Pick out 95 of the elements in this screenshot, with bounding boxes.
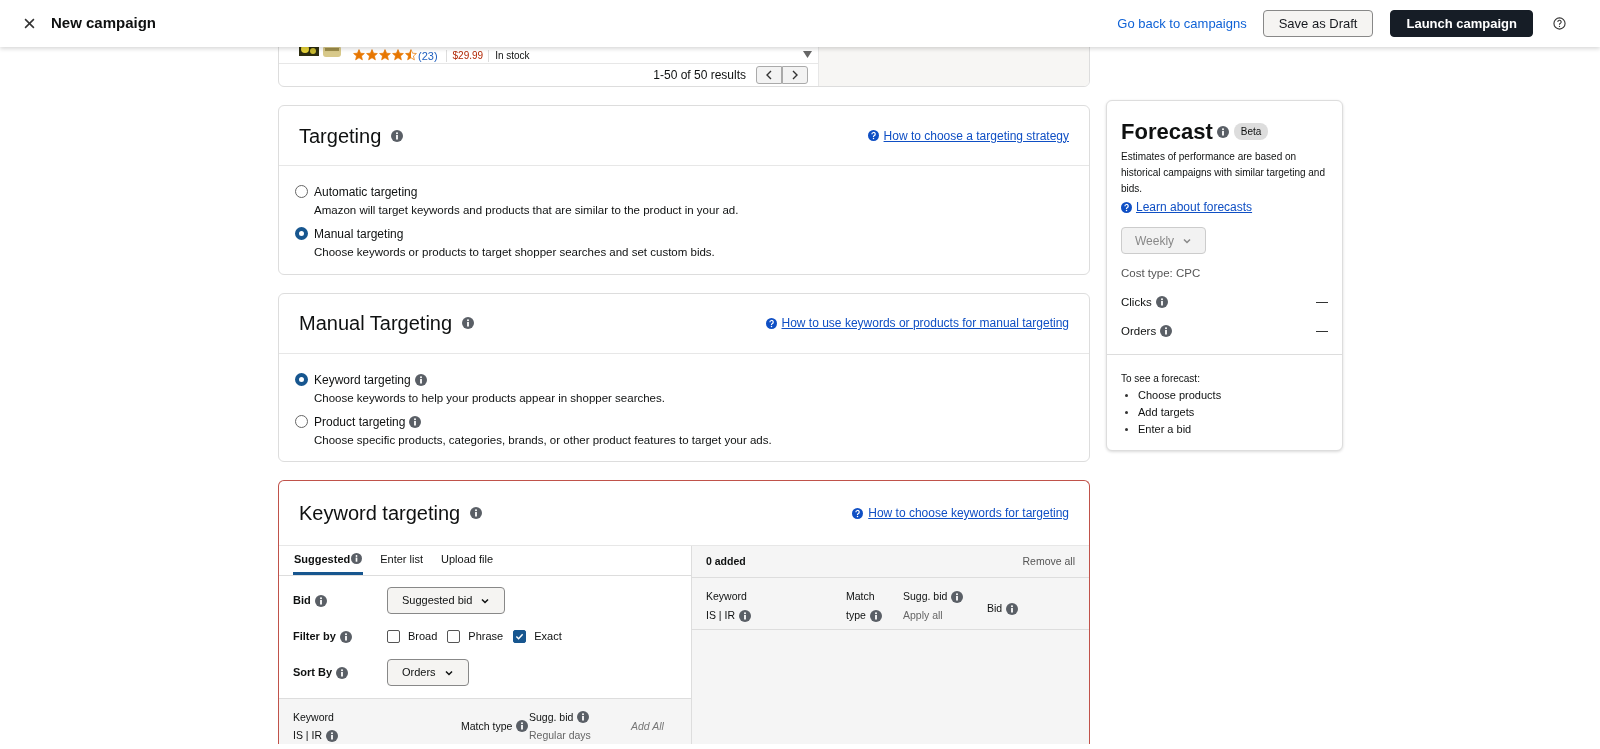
option-description: Amazon will target keywords and products that are similar to the product in your ad.	[314, 203, 739, 218]
column-header: Match type	[461, 718, 513, 734]
chevron-left-icon	[765, 70, 773, 80]
star-icon	[366, 49, 378, 61]
back-link[interactable]: Go back to campaigns	[1117, 13, 1247, 34]
page-title: New campaign	[51, 13, 157, 34]
dropdown[interactable]: Orders	[387, 659, 469, 686]
option-label: Product targeting	[314, 413, 406, 431]
info-icon	[336, 666, 349, 679]
forecast-description: Estimates of performance are based on historical campaigns with similar targeting and bids.	[1121, 150, 1326, 196]
radio-button[interactable]	[295, 372, 308, 386]
help-link[interactable]: How to choose a targeting strategy	[883, 126, 1069, 145]
metric-value: —	[1316, 323, 1328, 341]
checkbox-label: Broad	[408, 629, 438, 645]
close-icon[interactable]	[24, 18, 35, 29]
bullet-icon	[1125, 394, 1128, 398]
star-icon	[379, 49, 391, 61]
radio-button[interactable]	[295, 227, 308, 241]
pagination-text: 1-50 of 50 results	[653, 67, 746, 84]
help-icon	[852, 507, 864, 519]
forecast-hint: To see a forecast:	[1121, 372, 1201, 387]
star-icon	[405, 49, 417, 61]
checkbox-label: Exact	[534, 629, 562, 645]
column-header: type	[846, 607, 866, 623]
checkbox[interactable]	[387, 630, 400, 643]
option-label: Automatic targeting	[314, 184, 418, 201]
column-header: Regular days	[529, 728, 591, 744]
check-icon	[515, 632, 525, 641]
field-label: Filter by	[293, 629, 336, 645]
forecast-title: Forecast	[1121, 118, 1213, 146]
metric-value: —	[1316, 294, 1328, 312]
section-title: Targeting	[299, 123, 382, 149]
option-description: Choose keywords or products to target shopper searches and set custom bids.	[314, 245, 715, 261]
option-label: Keyword targeting	[314, 371, 411, 389]
step-text: Choose products	[1138, 388, 1222, 404]
field-label: Bid	[293, 593, 311, 609]
section-title: Manual Targeting	[299, 311, 453, 336]
column-header: Sugg. bid	[903, 589, 948, 604]
scroll-arrow-icon	[803, 51, 812, 58]
info-icon	[462, 317, 475, 329]
info-icon	[1155, 296, 1168, 309]
checkbox[interactable]	[513, 630, 527, 643]
add-all-link[interactable]: Add All	[631, 718, 664, 735]
help-icon[interactable]	[1553, 17, 1566, 30]
tab[interactable]: Suggested	[293, 546, 364, 575]
option-description: Choose specific products, categories, brands, or other product features to target your ads.	[314, 432, 772, 448]
help-icon	[1121, 201, 1132, 213]
step-text: Add targets	[1138, 405, 1195, 421]
info-icon	[314, 594, 327, 607]
stock-status: In stock	[494, 50, 531, 62]
bullet-icon	[1125, 411, 1128, 415]
column-header: Match	[846, 589, 875, 604]
info-icon	[391, 129, 404, 142]
column-header: Keyword	[706, 589, 747, 604]
info-icon	[1216, 125, 1229, 138]
checkbox-label: Phrase	[468, 629, 504, 645]
column-header: Keyword	[293, 709, 334, 725]
column-header: IS | IR	[706, 607, 735, 623]
help-link[interactable]: How to use keywords or products for manual targeting	[781, 314, 1069, 332]
previous-page-button[interactable]	[756, 66, 782, 84]
launch-button[interactable]: Launch campaign	[1390, 10, 1533, 37]
bullet-icon	[1125, 428, 1128, 432]
save-draft-button[interactable]: Save as Draft	[1262, 10, 1374, 37]
next-page-button[interactable]	[782, 66, 808, 84]
help-link[interactable]: How to choose keywords for targeting	[868, 504, 1069, 522]
column-header: Apply all	[903, 607, 943, 623]
section-title: Keyword targeting	[299, 501, 461, 526]
checkbox[interactable]	[447, 630, 461, 643]
column-header: Sugg. bid	[529, 709, 574, 725]
cost-type: Cost type: CPC	[1121, 266, 1202, 281]
forecast-link[interactable]: Learn about forecasts	[1136, 198, 1253, 216]
beta-badge: Beta	[1233, 123, 1269, 140]
metric-label: Clicks	[1121, 294, 1152, 310]
info-icon	[1160, 325, 1173, 338]
tab[interactable]: Enter list	[379, 546, 425, 575]
help-icon	[765, 317, 777, 329]
metric-label: Orders	[1121, 323, 1157, 339]
added-count: 0 added	[706, 553, 746, 569]
option-label: Manual targeting	[314, 226, 404, 244]
star-icon	[392, 49, 404, 61]
column-header: IS | IR	[293, 728, 322, 744]
chevron-right-icon	[791, 70, 799, 80]
help-icon	[867, 130, 879, 141]
info-icon	[470, 507, 483, 519]
review-count-link[interactable]: (23)	[418, 50, 438, 62]
star-icon	[353, 49, 365, 61]
info-icon	[339, 630, 352, 643]
option-description: Choose keywords to help your products appear in shopper searches.	[314, 390, 665, 406]
dropdown[interactable]: Suggested bid	[387, 587, 506, 614]
price: $29.99	[445, 50, 490, 62]
field-label: Sort By	[293, 665, 333, 681]
remove-all-link[interactable]: Remove all	[1022, 553, 1075, 570]
step-text: Enter a bid	[1138, 422, 1192, 438]
column-header: Bid	[987, 601, 1003, 617]
tab[interactable]: Upload file	[440, 546, 494, 575]
